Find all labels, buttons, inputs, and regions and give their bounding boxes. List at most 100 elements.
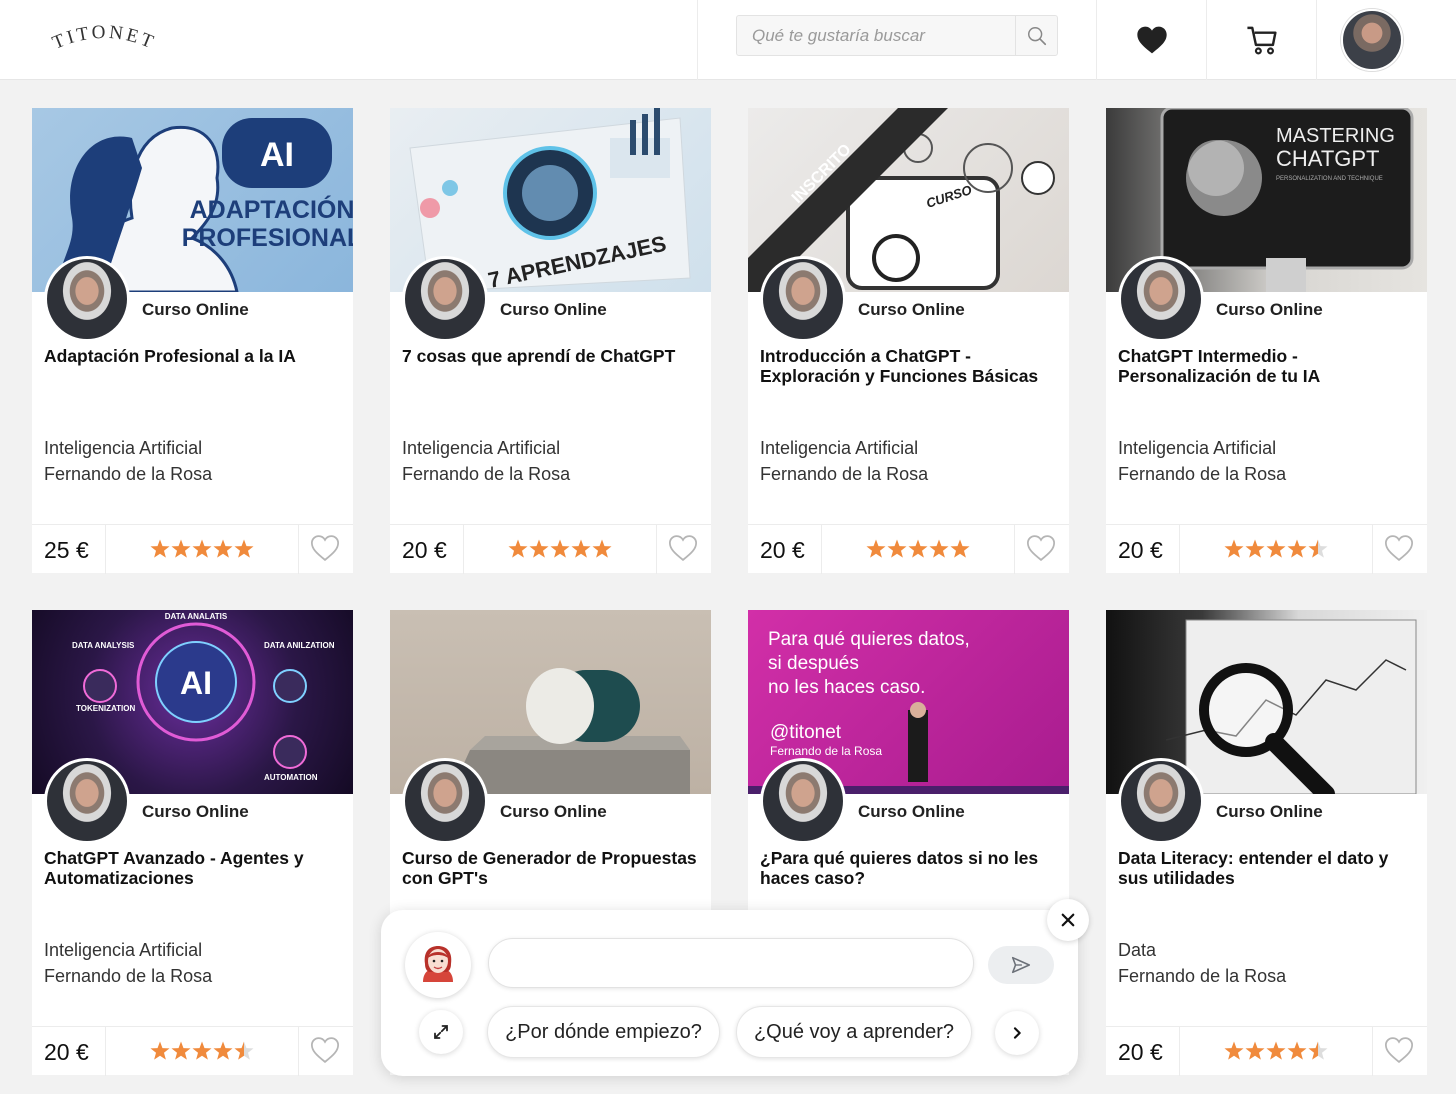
author-avatar bbox=[760, 758, 846, 844]
svg-text:TITONET: TITONET bbox=[49, 22, 159, 54]
svg-text:MASTERING: MASTERING bbox=[1276, 125, 1395, 147]
course-author: Fernando de la Rosa bbox=[1118, 966, 1287, 986]
rating-star bbox=[213, 539, 233, 558]
svg-text:DATA ANALATIS: DATA ANALATIS bbox=[165, 612, 228, 621]
course-price: 20 € bbox=[1118, 537, 1163, 563]
rating-star bbox=[234, 1041, 254, 1060]
course-author: Fernando de la Rosa bbox=[402, 464, 571, 484]
course-author: Fernando de la Rosa bbox=[44, 966, 213, 986]
rating-star bbox=[213, 1041, 233, 1060]
search-box bbox=[736, 15, 1058, 56]
course-category: Data bbox=[1118, 940, 1157, 960]
course-card[interactable]: AI DATA ANALATIS DATA ANALYSIS DATA ANIL… bbox=[32, 610, 353, 1076]
rating-star bbox=[234, 539, 254, 558]
card-footer: 20 € bbox=[748, 524, 1069, 574]
course-category: Inteligencia Artificial bbox=[1118, 438, 1277, 458]
send-icon bbox=[1011, 956, 1031, 974]
assistant-avatar bbox=[405, 932, 471, 998]
course-title[interactable]: 7 cosas que aprendí de ChatGPT bbox=[402, 346, 702, 366]
course-price: 20 € bbox=[402, 537, 447, 563]
favorite-heart-icon[interactable] bbox=[668, 533, 698, 563]
rating-star bbox=[1287, 539, 1307, 558]
search-input[interactable] bbox=[737, 16, 1017, 55]
rating-star bbox=[550, 539, 570, 558]
rating-star bbox=[866, 539, 886, 558]
rating-star bbox=[1224, 1041, 1244, 1060]
svg-text:@titonet: @titonet bbox=[770, 722, 842, 743]
rating-stars bbox=[1224, 1041, 1328, 1060]
rating-star bbox=[171, 539, 191, 558]
course-title[interactable]: ¿Para qué quieres datos si no les haces … bbox=[760, 848, 1060, 888]
course-price: 20 € bbox=[44, 1039, 89, 1065]
author-avatar bbox=[402, 256, 488, 342]
search-area bbox=[697, 0, 1097, 80]
suggestion-chip[interactable]: ¿Qué voy a aprender? bbox=[736, 1006, 972, 1058]
course-author: Fernando de la Rosa bbox=[44, 464, 213, 484]
favorite-heart-icon[interactable] bbox=[1026, 533, 1056, 563]
rating-star bbox=[887, 539, 907, 558]
rating-star bbox=[1245, 539, 1265, 558]
favorite-heart-icon[interactable] bbox=[310, 1035, 340, 1065]
svg-text:no les haces caso.: no les haces caso. bbox=[768, 677, 925, 698]
rating-stars bbox=[150, 1041, 254, 1060]
rating-star bbox=[508, 539, 528, 558]
cart-icon bbox=[1246, 26, 1277, 55]
course-card[interactable]: Curso Online Data Literacy: entender el … bbox=[1106, 610, 1427, 1076]
course-kind: Curso Online bbox=[1216, 802, 1323, 821]
course-title[interactable]: ChatGPT Intermedio - Personalización de … bbox=[1118, 346, 1418, 386]
chat-message-input[interactable] bbox=[488, 938, 974, 988]
course-category: Inteligencia Artificial bbox=[44, 940, 203, 960]
course-kind: Curso Online bbox=[858, 300, 965, 319]
rating-star bbox=[1308, 1041, 1328, 1060]
course-title[interactable]: Adaptación Profesional a la IA bbox=[44, 346, 344, 366]
author-avatar bbox=[1118, 758, 1204, 844]
course-card[interactable]: 7 APRENDZAJES Curso Online 7 cosas que a… bbox=[390, 108, 711, 574]
course-card[interactable]: CURSO INSCRITO Curso Online Introducción… bbox=[748, 108, 1069, 574]
course-title[interactable]: Curso de Generador de Propuestas con GPT… bbox=[402, 848, 702, 888]
author-avatar bbox=[760, 256, 846, 342]
course-kind: Curso Online bbox=[858, 802, 965, 821]
rating-star bbox=[929, 539, 949, 558]
expand-icon bbox=[434, 1025, 448, 1039]
titonet-logo[interactable]: TITONET bbox=[44, 20, 164, 60]
rating-star bbox=[529, 539, 549, 558]
rating-star bbox=[950, 539, 970, 558]
favorite-heart-icon[interactable] bbox=[1384, 533, 1414, 563]
course-title[interactable]: ChatGPT Avanzado - Agentes y Automatizac… bbox=[44, 848, 344, 888]
expand-chat-button[interactable] bbox=[419, 1010, 463, 1054]
search-button[interactable] bbox=[1015, 16, 1057, 55]
send-button[interactable] bbox=[988, 946, 1054, 984]
close-chat-button[interactable] bbox=[1047, 899, 1089, 941]
course-title[interactable]: Data Literacy: entender el dato y sus ut… bbox=[1118, 848, 1418, 888]
chat-widget: ¿Por dónde empiezo? ¿Qué voy a aprender? bbox=[381, 910, 1078, 1076]
svg-text:AUTOMATION: AUTOMATION bbox=[264, 773, 318, 782]
favorite-heart-icon[interactable] bbox=[310, 533, 340, 563]
profile-button[interactable] bbox=[1317, 0, 1427, 80]
next-suggestions-button[interactable] bbox=[995, 1011, 1039, 1055]
chevron-right-icon bbox=[1013, 1027, 1021, 1039]
rating-star bbox=[192, 539, 212, 558]
author-avatar bbox=[1118, 256, 1204, 342]
avatar bbox=[1341, 9, 1403, 71]
rating-star bbox=[150, 539, 170, 558]
rating-star bbox=[1245, 1041, 1265, 1060]
author-avatar bbox=[402, 758, 488, 844]
svg-text:PERSONALIZATION AND TECHNIQUE: PERSONALIZATION AND TECHNIQUE bbox=[1276, 176, 1383, 182]
course-card[interactable]: AI ADAPTACIÓN PROFESIONAL Curso Online A… bbox=[32, 108, 353, 574]
course-author: Fernando de la Rosa bbox=[1118, 464, 1287, 484]
course-price: 20 € bbox=[760, 537, 805, 563]
rating-stars bbox=[150, 539, 254, 558]
favorite-heart-icon[interactable] bbox=[1384, 1035, 1414, 1065]
favorites-button[interactable] bbox=[1097, 0, 1207, 80]
suggestion-chip[interactable]: ¿Por dónde empiezo? bbox=[487, 1006, 720, 1058]
assistant-face-icon bbox=[423, 946, 453, 982]
svg-text:Fernando de la Rosa: Fernando de la Rosa bbox=[770, 744, 882, 758]
cart-button[interactable] bbox=[1207, 0, 1317, 80]
course-card[interactable]: MASTERING CHATGPT PERSONALIZATION AND TE… bbox=[1106, 108, 1427, 574]
search-icon bbox=[1027, 26, 1046, 45]
svg-text:DATA ANALYSIS: DATA ANALYSIS bbox=[72, 641, 135, 650]
close-icon bbox=[1061, 913, 1075, 927]
svg-text:si después: si después bbox=[768, 653, 859, 674]
heart-icon bbox=[1136, 26, 1167, 54]
course-title[interactable]: Introducción a ChatGPT - Exploración y F… bbox=[760, 346, 1060, 386]
